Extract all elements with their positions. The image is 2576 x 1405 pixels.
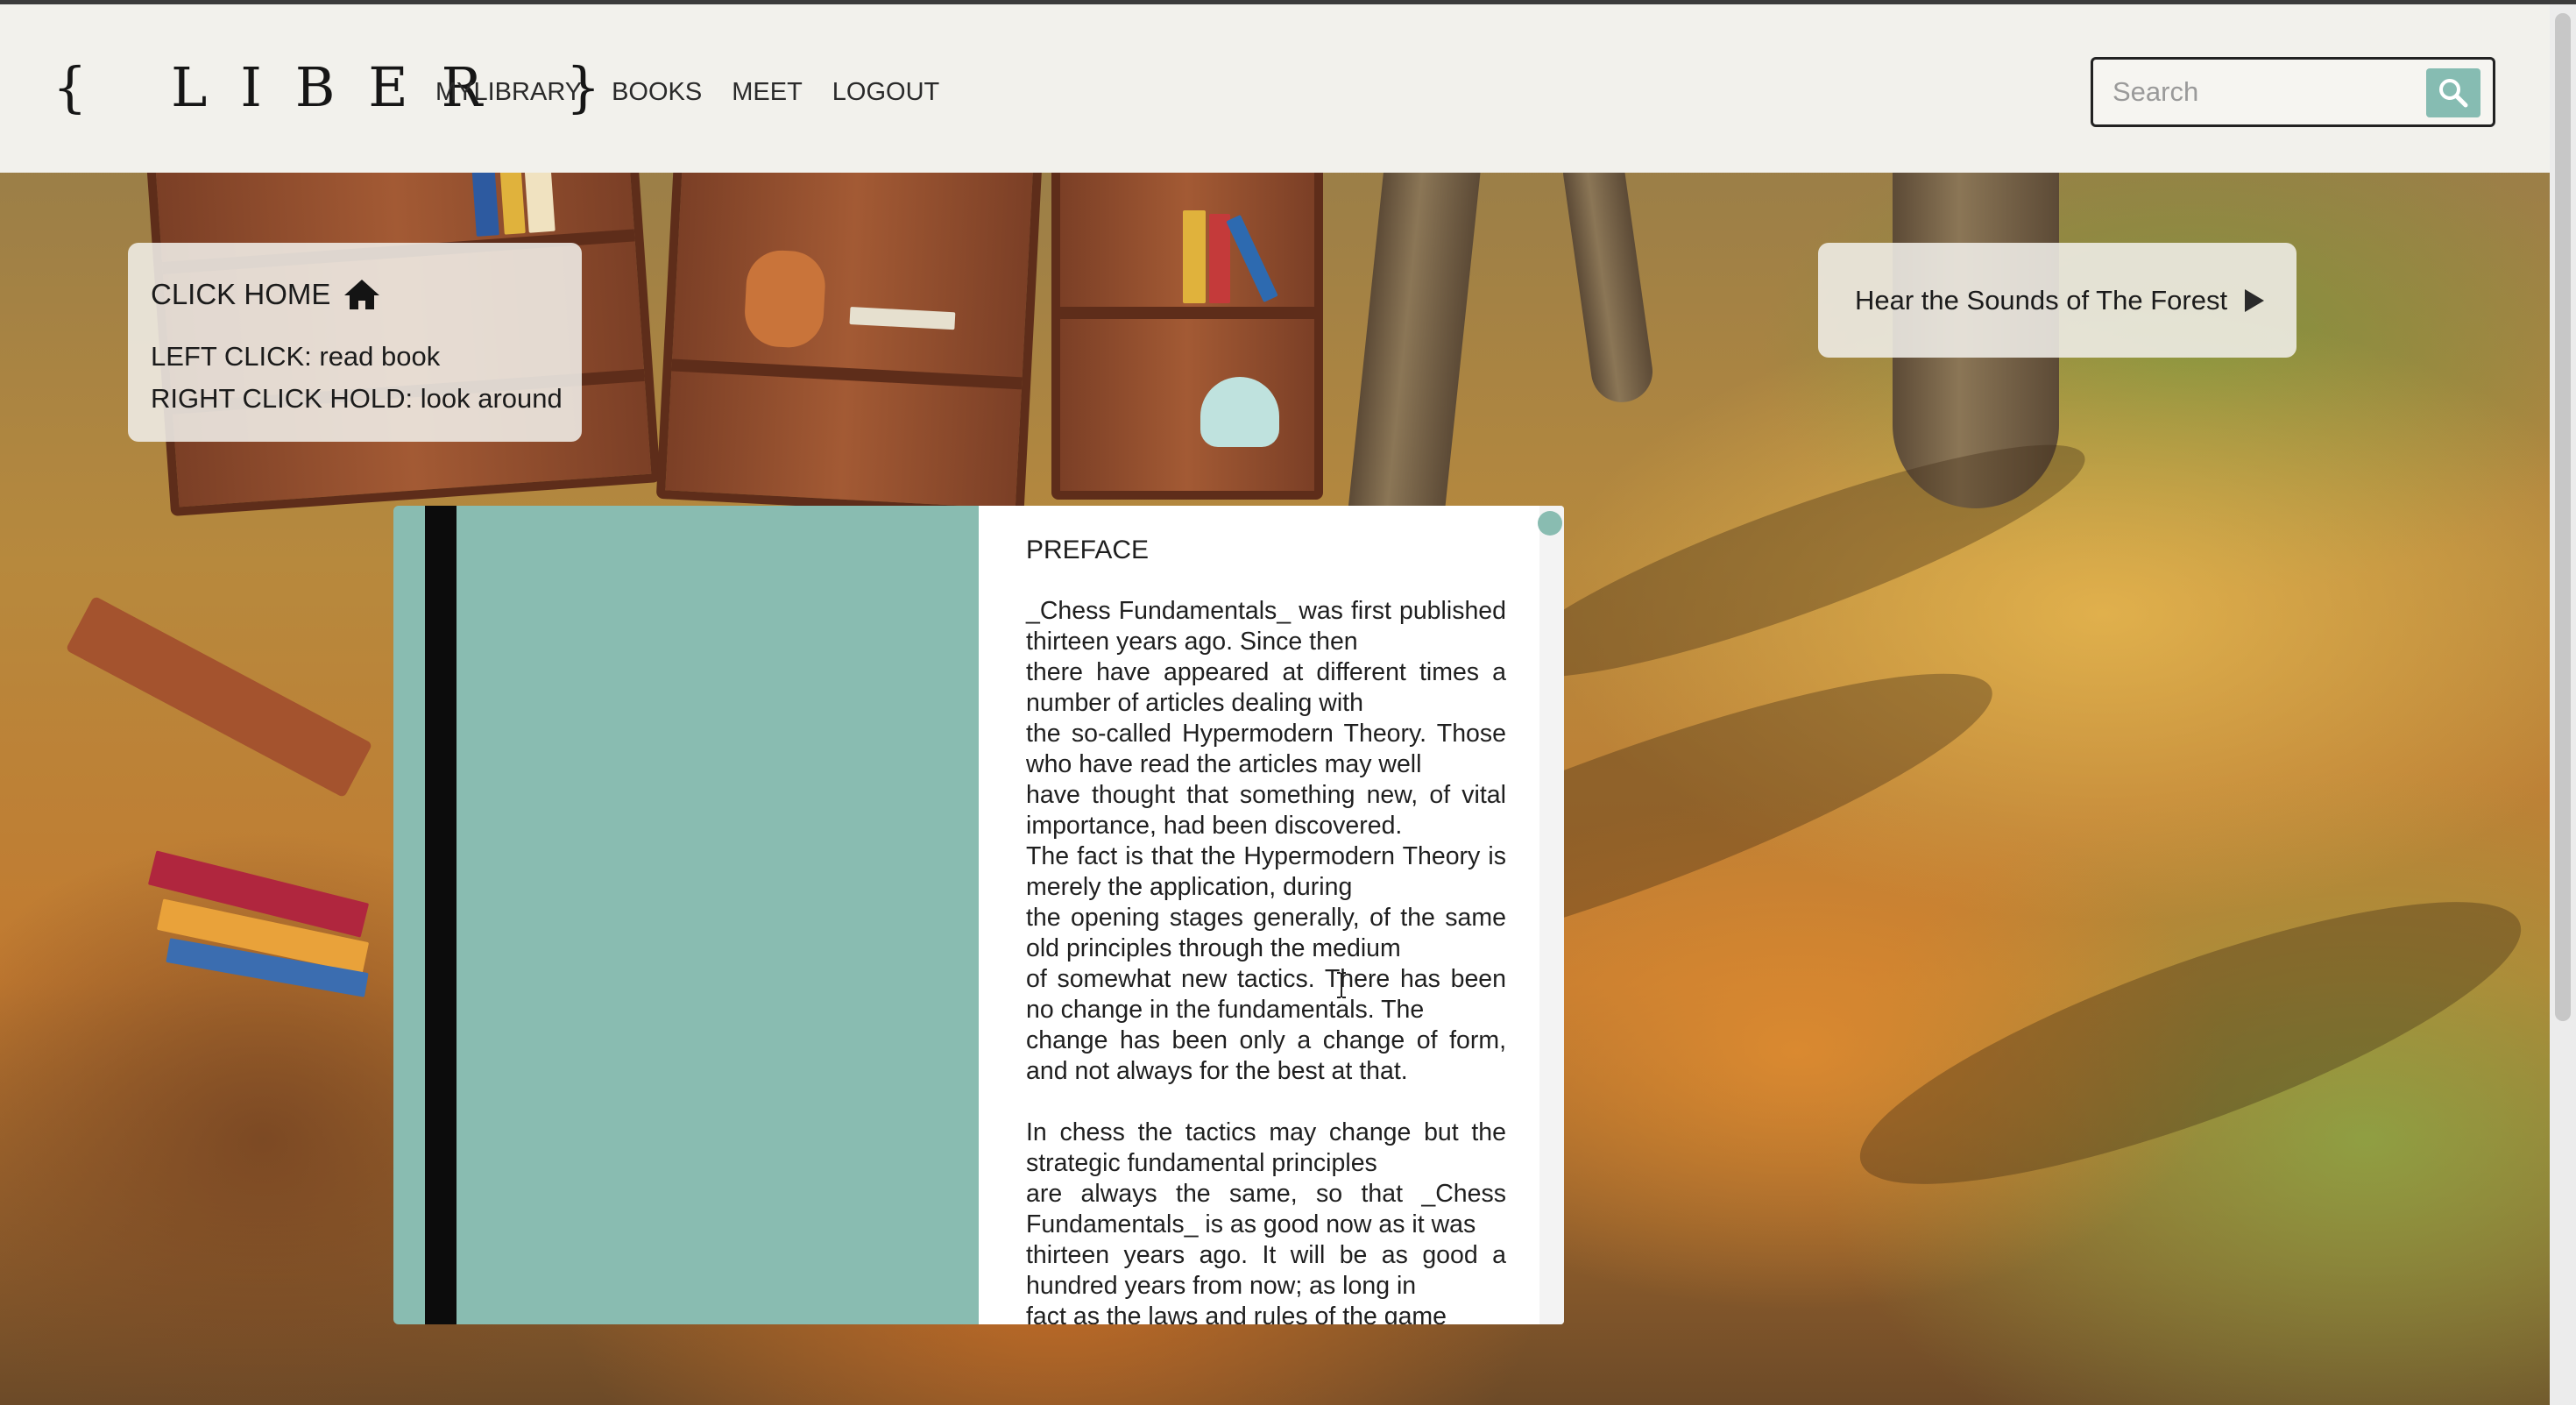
ground-shadow bbox=[1834, 848, 2547, 1238]
text-cursor-icon bbox=[1337, 972, 1346, 998]
book-spine-decor bbox=[743, 248, 827, 350]
ground-shadow bbox=[1490, 406, 2103, 716]
home-icon[interactable] bbox=[343, 278, 381, 311]
book-spine-decor bbox=[1226, 214, 1278, 303]
page-scroll-thumb[interactable] bbox=[1538, 511, 1562, 536]
nav-books[interactable]: BOOKS bbox=[612, 73, 702, 111]
bookshelf bbox=[1051, 131, 1323, 500]
search-input[interactable] bbox=[2112, 72, 2410, 112]
book-page[interactable]: PREFACE _Chess Fundamentals_ was first p… bbox=[979, 506, 1564, 1324]
book-spine-decor bbox=[849, 307, 956, 330]
bookshelf bbox=[655, 113, 1044, 518]
nav-mylibrary[interactable]: MYLIBRARY bbox=[435, 73, 582, 111]
search-icon bbox=[2439, 79, 2468, 108]
shelf-board bbox=[671, 358, 1023, 390]
search-button[interactable] bbox=[2426, 68, 2480, 117]
click-home-title[interactable]: CLICK HOME bbox=[151, 278, 381, 311]
page-paragraph: In chess the tactics may change but the … bbox=[1026, 1118, 1506, 1324]
book-pile-decor bbox=[65, 595, 373, 798]
shelf-board bbox=[1060, 307, 1314, 319]
play-icon bbox=[2245, 288, 2265, 312]
tree-trunk bbox=[1559, 137, 1657, 407]
book-page-content[interactable]: PREFACE _Chess Fundamentals_ was first p… bbox=[979, 506, 1539, 1324]
search-box bbox=[2091, 57, 2495, 127]
book-cover[interactable] bbox=[393, 506, 979, 1324]
forest-sounds-label: Hear the Sounds of The Forest bbox=[1855, 284, 2228, 316]
page-paragraph: _Chess Fundamentals_ was first published… bbox=[1026, 597, 1506, 1085]
instruction-left-click: LEFT CLICK: read book bbox=[151, 341, 441, 372]
controls-help-card: CLICK HOME LEFT CLICK: read book RIGHT C… bbox=[128, 243, 582, 442]
page-scrollbar[interactable] bbox=[1538, 506, 1564, 1324]
site-header: { LIBER } MYLIBRARY BOOKS MEET LOGOUT bbox=[0, 4, 2576, 173]
book-spine-decor bbox=[1200, 377, 1279, 447]
click-home-label: CLICK HOME bbox=[151, 278, 331, 310]
book-spine-decor bbox=[1183, 210, 1206, 303]
main-nav: MYLIBRARY BOOKS MEET LOGOUT bbox=[435, 73, 969, 111]
book-spine-decor bbox=[1209, 214, 1230, 303]
book-spine bbox=[425, 506, 456, 1324]
window-scrollbar[interactable] bbox=[2550, 4, 2576, 1405]
page-title: PREFACE bbox=[1026, 536, 1150, 564]
nav-logout[interactable]: LOGOUT bbox=[832, 73, 939, 111]
nav-meet[interactable]: MEET bbox=[732, 73, 803, 111]
window-scroll-thumb[interactable] bbox=[2555, 13, 2571, 1021]
instruction-right-click: RIGHT CLICK HOLD: look around bbox=[151, 383, 563, 414]
forest-sounds-button[interactable]: Hear the Sounds of The Forest bbox=[1818, 243, 2296, 358]
